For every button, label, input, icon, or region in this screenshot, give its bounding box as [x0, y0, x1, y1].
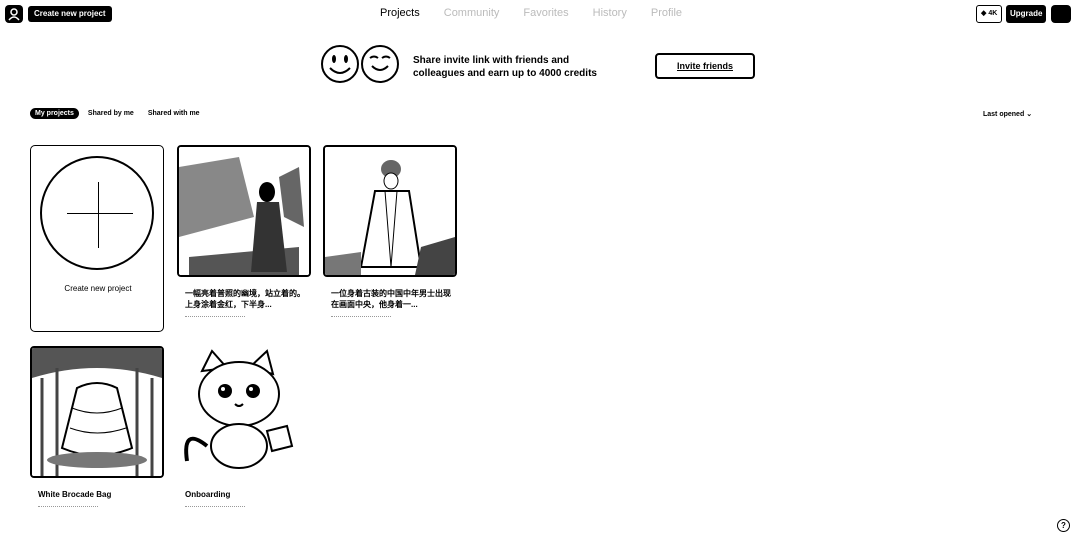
project-title: White Brocade Bag — [38, 490, 112, 499]
chevron-down-icon: ⌄ — [1026, 111, 1033, 118]
project-card[interactable]: White Brocade Bag — [30, 346, 164, 511]
project-title: Onboarding — [185, 490, 231, 499]
project-thumbnail — [177, 346, 311, 478]
create-new-project-label: Create new project — [64, 284, 132, 293]
project-thumbnail — [323, 145, 457, 277]
invite-friends-button[interactable]: Invite friends — [655, 53, 755, 79]
diamond-icon: ◆ — [981, 10, 987, 17]
nav-favorites[interactable]: Favorites — [523, 7, 568, 21]
sort-label: Last opened — [983, 111, 1025, 118]
project-filter-tabs: My projects Shared by me Shared with me — [30, 108, 205, 119]
nav-projects[interactable]: Projects — [380, 7, 420, 21]
invite-text: Share invite link with friends and colle… — [413, 54, 633, 80]
smiley-icon — [321, 45, 359, 83]
project-thumbnail — [177, 145, 311, 277]
project-meta — [185, 506, 245, 511]
nav-community[interactable]: Community — [444, 7, 500, 21]
project-card[interactable]: 一位身着古装的中国中年男士出现在画面中央，他身着一... — [323, 145, 457, 321]
plus-icon-v — [98, 182, 99, 248]
nav-history[interactable]: History — [593, 7, 627, 21]
tab-shared-by-me[interactable]: Shared by me — [83, 108, 139, 119]
nav-profile[interactable]: Profile — [651, 7, 682, 21]
project-card[interactable]: Onboarding — [177, 346, 311, 511]
project-title: 一幅亮着普照的幽境，站立着的。上身涂着金红，下半身... — [185, 289, 305, 309]
plus-icon-h — [67, 213, 133, 214]
project-meta — [185, 316, 245, 321]
project-title: 一位身着古装的中国中年男士出现在画面中央，他身着一... — [331, 289, 451, 309]
smiley-wink-icon — [361, 45, 399, 83]
project-meta — [38, 506, 98, 511]
top-bar: Create new project Projects Community Fa… — [0, 0, 1080, 28]
project-card[interactable]: 一幅亮着普照的幽境，站立着的。上身涂着金红，下半身... — [177, 145, 311, 321]
tab-shared-with-me[interactable]: Shared with me — [143, 108, 205, 119]
avatar[interactable] — [1051, 5, 1071, 23]
project-thumbnail — [30, 346, 164, 478]
question-icon[interactable]: ? — [1057, 519, 1070, 532]
app-logo-icon[interactable] — [5, 5, 23, 23]
project-meta — [331, 316, 391, 321]
main-nav: Projects Community Favorites History Pro… — [380, 7, 682, 21]
upgrade-button[interactable]: Upgrade — [1006, 5, 1047, 23]
invite-text-line2: colleagues and earn up to 4000 credits — [413, 68, 597, 79]
sort-dropdown[interactable]: Last opened ⌄ — [983, 110, 1032, 118]
credits-count: 4K — [988, 10, 998, 17]
invite-friends-label: Invite friends — [676, 61, 733, 71]
credits-badge[interactable]: ◆ 4K — [976, 5, 1003, 23]
invite-text-line1: Share invite link with friends and — [413, 55, 570, 66]
create-new-project-card[interactable]: Create new project — [30, 145, 164, 332]
tab-my-projects[interactable]: My projects — [30, 108, 79, 119]
invite-banner: Share invite link with friends and colle… — [318, 44, 758, 90]
create-project-button[interactable]: Create new project — [28, 6, 112, 22]
